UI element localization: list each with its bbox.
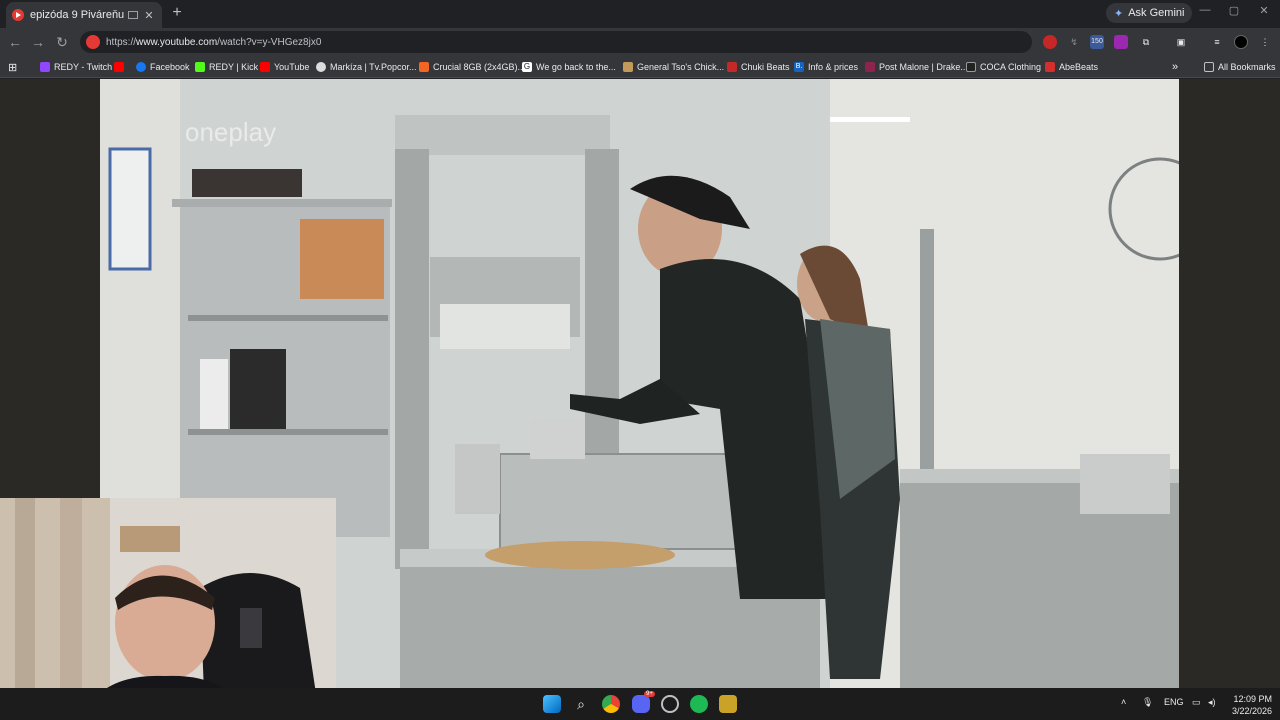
bookmark-item[interactable]: REDY - Twitch	[40, 60, 112, 74]
bookmark-item[interactable]: Markíza | Tv.Popcor...	[316, 60, 417, 74]
extensions-puzzle-icon[interactable]: ⧉	[1139, 35, 1153, 49]
bookmark-item[interactable]: YouTube	[260, 60, 309, 74]
reading-list-icon[interactable]: ≡	[1210, 35, 1224, 49]
profile-avatar-icon[interactable]	[1234, 35, 1248, 49]
bookmark-item[interactable]: COCA Clothing	[966, 60, 1041, 74]
chrome-icon[interactable]	[602, 695, 620, 713]
markiza-icon	[316, 62, 326, 72]
coca-icon	[966, 62, 976, 72]
url-host: www.youtube.com	[136, 36, 218, 48]
twitch-icon	[40, 62, 50, 72]
crucial-icon	[419, 62, 429, 72]
apps-grid-icon[interactable]: ⊞	[8, 60, 17, 74]
tab-search-icon[interactable]: ▣	[1174, 35, 1188, 49]
browser-toolbar: ← → ↻ https:// www.youtube.com /watch?v=…	[0, 28, 1280, 56]
spotify-icon[interactable]	[690, 695, 708, 713]
bookmark-item[interactable]: AbeBeats	[1045, 60, 1098, 74]
letterbox-right	[1179, 79, 1280, 688]
folder-icon	[1204, 62, 1214, 72]
new-tab-button[interactable]: +	[168, 4, 186, 22]
tab-title: epizóda 9 Piváreňu u Kultá	[30, 9, 124, 21]
bookmark-item[interactable]: B. Info & prices	[794, 60, 858, 74]
extension-red-icon[interactable]	[1043, 35, 1057, 49]
ask-gemini-label: Ask Gemini	[1128, 7, 1185, 19]
bookmark-item[interactable]	[114, 60, 128, 74]
bookmark-item[interactable]: Crucial 8GB (2x4GB)...	[419, 60, 525, 74]
discord-badge: 9+	[644, 691, 655, 697]
browser-tab-strip: epizóda 9 Piváreňu u Kultá ✕ + ✦ Ask Gem…	[0, 0, 1280, 28]
facebook-icon	[136, 62, 146, 72]
browser-tab-active[interactable]: epizóda 9 Piváreňu u Kultá ✕	[6, 2, 162, 28]
obs-icon[interactable]	[661, 695, 679, 713]
clock-time: 12:09 PM	[1233, 694, 1272, 704]
forward-icon[interactable]: →	[29, 33, 47, 51]
address-bar[interactable]: https:// www.youtube.com /watch?v=y-VHGe…	[80, 31, 1032, 53]
extension-arrow-icon[interactable]: ↯	[1067, 35, 1081, 49]
ask-gemini-button[interactable]: ✦ Ask Gemini	[1106, 3, 1193, 23]
url-prefix: https://	[106, 36, 137, 48]
bookmarks-overflow-button[interactable]: »	[1172, 60, 1178, 74]
gemini-sparkle-icon: ✦	[1114, 7, 1124, 20]
close-window-icon[interactable]: ✕	[1252, 4, 1276, 17]
bookmark-item[interactable]: G We go back to the...	[522, 60, 616, 74]
bookmark-item[interactable]: General Tso's Chick...	[623, 60, 724, 74]
clock-date: 3/22/2026	[1231, 706, 1272, 716]
start-menu-icon[interactable]	[543, 695, 561, 713]
league-icon[interactable]	[719, 695, 737, 713]
bookmark-item[interactable]: Facebook	[136, 60, 190, 74]
webcam-overlay	[0, 498, 336, 720]
music-icon	[865, 62, 875, 72]
language-indicator[interactable]: ENG	[1164, 697, 1184, 707]
bookmark-item[interactable]: Post Malone | Drake...	[865, 60, 968, 74]
browser-menu-icon[interactable]: ⋮	[1258, 35, 1272, 49]
discord-icon[interactable]	[632, 695, 650, 713]
kick-icon	[195, 62, 205, 72]
tab-close-button[interactable]: ✕	[142, 9, 156, 22]
youtube-icon	[114, 62, 124, 72]
youtube-icon	[260, 62, 270, 72]
search-icon[interactable]: ⌕	[572, 695, 590, 713]
minimize-icon[interactable]: —	[1193, 4, 1217, 16]
youtube-favicon-icon	[12, 9, 24, 21]
desktop: epizóda 9 Piváreňu u Kultá ✕ + ✦ Ask Gem…	[0, 0, 1280, 720]
extension-badge-icon[interactable]: 150	[1090, 35, 1104, 49]
food-icon	[623, 62, 633, 72]
back-icon[interactable]: ←	[6, 33, 24, 51]
chuki-icon	[727, 62, 737, 72]
extension-purple-icon[interactable]	[1114, 35, 1128, 49]
taskbar-clock[interactable]: 12:09 PM 3/22/2026	[1228, 693, 1272, 717]
picture-in-picture-icon[interactable]	[128, 11, 138, 19]
webcam-feed-image	[0, 498, 336, 720]
bookmarks-bar: ⊞ REDY - Twitch Facebook REDY | Kick You…	[0, 56, 1280, 78]
windows-taskbar: ⌕ 9+ ˄ 🎙 ENG ▭ ◂) 12:09 PM 3/22/2026	[0, 688, 1280, 720]
bookmark-item[interactable]: Chuki Beats	[727, 60, 790, 74]
b-icon: B.	[794, 62, 804, 72]
microphone-icon[interactable]: 🎙	[1142, 697, 1153, 708]
google-icon: G	[522, 62, 532, 72]
url-path: /watch?v=y-VHGez8jx0	[217, 36, 322, 48]
video-watermark: oneplay	[185, 117, 276, 147]
tray-overflow-icon[interactable]: ˄	[1121, 697, 1126, 707]
site-info-icon[interactable]	[86, 35, 100, 49]
reload-icon[interactable]: ↻	[53, 33, 71, 51]
maximize-icon[interactable]: ▢	[1222, 4, 1246, 17]
all-bookmarks-button[interactable]: All Bookmarks	[1204, 60, 1276, 74]
volume-icon[interactable]: ◂)	[1208, 697, 1216, 708]
network-icon[interactable]: ▭	[1192, 697, 1201, 708]
bookmark-item[interactable]: REDY | Kick	[195, 60, 258, 74]
abebeats-icon	[1045, 62, 1055, 72]
